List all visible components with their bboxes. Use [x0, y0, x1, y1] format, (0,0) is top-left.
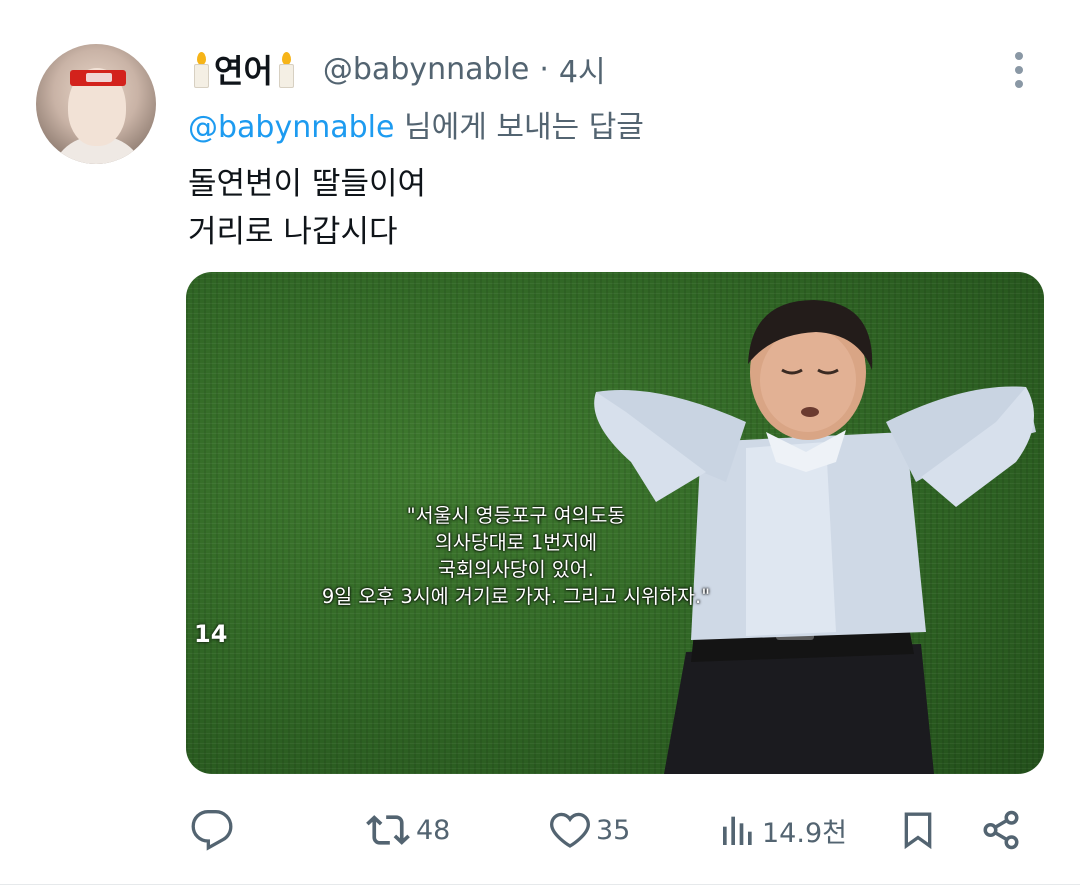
- image-caption-line: 9일 오후 3시에 거기로 가자. 그리고 시위하자.": [321, 585, 711, 608]
- tweet-text-line: 돌연변이 딸들이여: [188, 166, 427, 202]
- avatar-headband-label: [86, 73, 112, 82]
- author-name[interactable]: 연어: [188, 46, 299, 92]
- tweet-image[interactable]: "서울시 영등포구 여의도동 의사당대로 1번지에 국회의사당이 있어. 9일 …: [186, 272, 1044, 774]
- like-count: 35: [596, 814, 631, 846]
- author-handle[interactable]: @babynnable: [323, 52, 529, 87]
- reply-button[interactable]: [190, 808, 234, 852]
- reply-mention-link[interactable]: @babynnable: [188, 110, 394, 145]
- tweet-text: 돌연변이 딸들이여 거리로 나갑시다: [188, 160, 426, 256]
- bookmark-button[interactable]: [898, 808, 938, 852]
- candle-icon: [191, 50, 211, 88]
- candle-icon: [276, 50, 296, 88]
- tweet-actions: 48 35 14.9천: [0, 800, 1080, 864]
- more-options-icon[interactable]: [1008, 52, 1030, 92]
- reply-icon: [191, 810, 233, 851]
- tweet-header: 연어 @babynnable · 4시: [188, 44, 606, 94]
- bookmark-icon: [904, 812, 932, 850]
- reply-context-suffix: 님에게 보내는 답글: [394, 110, 644, 145]
- divider: [0, 884, 1080, 885]
- retweet-icon: [366, 815, 410, 845]
- reply-context: @babynnable 님에게 보내는 답글: [188, 102, 644, 146]
- retweet-button[interactable]: 48: [364, 808, 450, 852]
- views-count: 14.9천: [762, 817, 847, 849]
- image-corner-mark: 14: [194, 620, 228, 648]
- retweet-count: 48: [416, 814, 451, 846]
- image-caption-line: 의사당대로 1번지에: [434, 531, 598, 554]
- image-caption-line: "서울시 영등포구 여의도동: [406, 504, 626, 527]
- image-caption: "서울시 영등포구 여의도동 의사당대로 1번지에 국회의사당이 있어. 9일 …: [186, 502, 846, 610]
- views-button[interactable]: 14.9천: [718, 808, 847, 852]
- like-button[interactable]: 35: [548, 808, 630, 852]
- share-icon: [983, 810, 1019, 850]
- header-separator: ·: [539, 51, 549, 87]
- heart-icon: [550, 812, 590, 848]
- image-caption-line: 국회의사당이 있어.: [438, 558, 594, 581]
- views-icon: [723, 816, 752, 845]
- author-avatar[interactable]: [36, 44, 156, 164]
- tweet-time[interactable]: 4시: [559, 47, 606, 91]
- tweet-text-line: 거리로 나갑시다: [188, 214, 398, 250]
- author-display-name: 연어: [214, 52, 273, 90]
- share-button[interactable]: [980, 808, 1022, 852]
